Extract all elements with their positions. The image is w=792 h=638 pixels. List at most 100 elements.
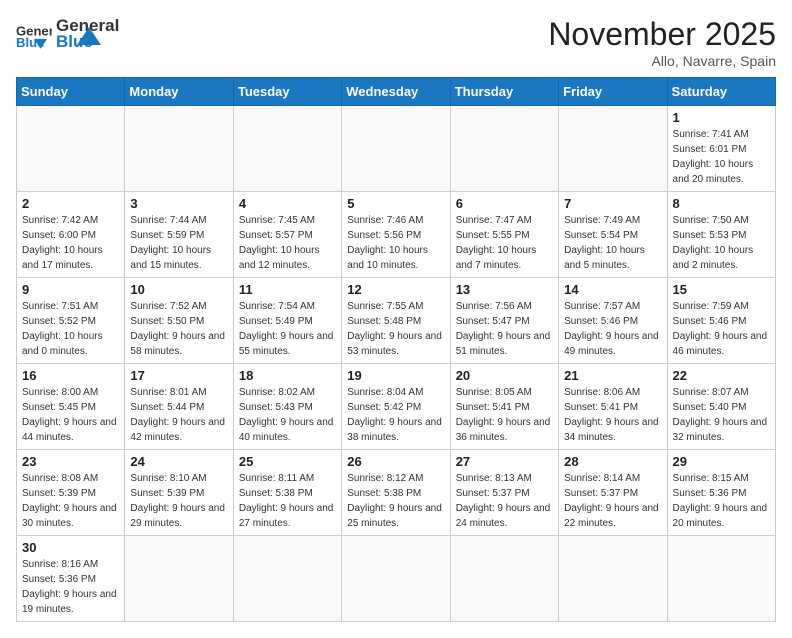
day-info-text: Sunrise: 7:50 AM Sunset: 5:53 PM Dayligh… bbox=[673, 213, 770, 273]
day-number: 14 bbox=[564, 282, 661, 297]
logo-triangle-icon bbox=[75, 23, 103, 51]
title-block: November 2025 Allo, Navarre, Spain bbox=[548, 16, 776, 69]
day-number: 15 bbox=[673, 282, 770, 297]
calendar-day-cell: 30 Sunrise: 8:16 AM Sunset: 5:36 PM Dayli… bbox=[17, 536, 125, 622]
day-number: 26 bbox=[347, 454, 444, 469]
calendar-header-row: SundayMondayTuesdayWednesdayThursdayFrid… bbox=[17, 78, 776, 106]
calendar-day-cell bbox=[450, 536, 558, 622]
day-info-text: Sunrise: 7:41 AM Sunset: 6:01 PM Dayligh… bbox=[673, 127, 770, 187]
calendar-day-cell: 15 Sunrise: 7:59 AM Sunset: 5:46 PM Dayli… bbox=[667, 278, 775, 364]
day-info-text: Sunrise: 8:06 AM Sunset: 5:41 PM Dayligh… bbox=[564, 385, 661, 445]
calendar-day-cell: 20 Sunrise: 8:05 AM Sunset: 5:41 PM Dayli… bbox=[450, 364, 558, 450]
day-info-text: Sunrise: 7:45 AM Sunset: 5:57 PM Dayligh… bbox=[239, 213, 336, 273]
day-info-text: Sunrise: 7:55 AM Sunset: 5:48 PM Dayligh… bbox=[347, 299, 444, 359]
logo-icon: General Blue bbox=[16, 19, 52, 49]
calendar-day-cell bbox=[667, 536, 775, 622]
calendar-week-row: 16Sunrise: 8:00 AM Sunset: 5:45 PM Dayli… bbox=[17, 364, 776, 450]
day-number: 3 bbox=[130, 196, 227, 211]
calendar-day-cell: 24Sunrise: 8:10 AM Sunset: 5:39 PM Dayli… bbox=[125, 450, 233, 536]
calendar-day-cell bbox=[450, 106, 558, 192]
calendar-day-cell: 1Sunrise: 7:41 AM Sunset: 6:01 PM Daylig… bbox=[667, 106, 775, 192]
day-of-week-header: Friday bbox=[559, 78, 667, 106]
calendar-day-cell bbox=[559, 106, 667, 192]
day-info-text: Sunrise: 8:11 AM Sunset: 5:38 PM Dayligh… bbox=[239, 471, 336, 531]
day-number: 5 bbox=[347, 196, 444, 211]
calendar-day-cell bbox=[342, 536, 450, 622]
calendar-day-cell: 12 Sunrise: 7:55 AM Sunset: 5:48 PM Dayli… bbox=[342, 278, 450, 364]
day-number: 2 bbox=[22, 196, 119, 211]
day-number: 21 bbox=[564, 368, 661, 383]
day-info-text: Sunrise: 8:05 AM Sunset: 5:41 PM Dayligh… bbox=[456, 385, 553, 445]
day-info-text: Sunrise: 7:44 AM Sunset: 5:59 PM Dayligh… bbox=[130, 213, 227, 273]
calendar-day-cell: 9 Sunrise: 7:51 AM Sunset: 5:52 PM Daylig… bbox=[17, 278, 125, 364]
calendar-day-cell: 27Sunrise: 8:13 AM Sunset: 5:37 PM Dayli… bbox=[450, 450, 558, 536]
day-info-text: Sunrise: 7:46 AM Sunset: 5:56 PM Dayligh… bbox=[347, 213, 444, 273]
calendar-day-cell: 14 Sunrise: 7:57 AM Sunset: 5:46 PM Dayli… bbox=[559, 278, 667, 364]
day-of-week-header: Monday bbox=[125, 78, 233, 106]
day-number: 20 bbox=[456, 368, 553, 383]
day-number: 12 bbox=[347, 282, 444, 297]
calendar-day-cell bbox=[342, 106, 450, 192]
day-number: 16 bbox=[22, 368, 119, 383]
calendar-day-cell: 26 Sunrise: 8:12 AM Sunset: 5:38 PM Dayli… bbox=[342, 450, 450, 536]
day-info-text: Sunrise: 7:47 AM Sunset: 5:55 PM Dayligh… bbox=[456, 213, 553, 273]
calendar-day-cell bbox=[125, 106, 233, 192]
day-info-text: Sunrise: 8:01 AM Sunset: 5:44 PM Dayligh… bbox=[130, 385, 227, 445]
calendar-day-cell: 22 Sunrise: 8:07 AM Sunset: 5:40 PM Dayli… bbox=[667, 364, 775, 450]
day-info-text: Sunrise: 7:49 AM Sunset: 5:54 PM Dayligh… bbox=[564, 213, 661, 273]
day-number: 9 bbox=[22, 282, 119, 297]
calendar-day-cell bbox=[233, 106, 341, 192]
calendar-day-cell: 6 Sunrise: 7:47 AM Sunset: 5:55 PM Daylig… bbox=[450, 192, 558, 278]
calendar-week-row: 9 Sunrise: 7:51 AM Sunset: 5:52 PM Daylig… bbox=[17, 278, 776, 364]
day-number: 8 bbox=[673, 196, 770, 211]
day-info-text: Sunrise: 8:12 AM Sunset: 5:38 PM Dayligh… bbox=[347, 471, 444, 531]
day-info-text: Sunrise: 7:59 AM Sunset: 5:46 PM Dayligh… bbox=[673, 299, 770, 359]
calendar-day-cell: 13 Sunrise: 7:56 AM Sunset: 5:47 PM Dayli… bbox=[450, 278, 558, 364]
calendar-day-cell: 29 Sunrise: 8:15 AM Sunset: 5:36 PM Dayli… bbox=[667, 450, 775, 536]
calendar-day-cell: 23Sunrise: 8:08 AM Sunset: 5:39 PM Dayli… bbox=[17, 450, 125, 536]
calendar-week-row: 30 Sunrise: 8:16 AM Sunset: 5:36 PM Dayli… bbox=[17, 536, 776, 622]
day-of-week-header: Thursday bbox=[450, 78, 558, 106]
day-info-text: Sunrise: 8:16 AM Sunset: 5:36 PM Dayligh… bbox=[22, 557, 119, 617]
day-info-text: Sunrise: 7:57 AM Sunset: 5:46 PM Dayligh… bbox=[564, 299, 661, 359]
calendar-day-cell: 3 Sunrise: 7:44 AM Sunset: 5:59 PM Daylig… bbox=[125, 192, 233, 278]
svg-text:Blue: Blue bbox=[16, 35, 44, 49]
calendar-day-cell: 21 Sunrise: 8:06 AM Sunset: 5:41 PM Dayli… bbox=[559, 364, 667, 450]
day-number: 6 bbox=[456, 196, 553, 211]
day-info-text: Sunrise: 7:52 AM Sunset: 5:50 PM Dayligh… bbox=[130, 299, 227, 359]
day-info-text: Sunrise: 8:15 AM Sunset: 5:36 PM Dayligh… bbox=[673, 471, 770, 531]
day-info-text: Sunrise: 8:07 AM Sunset: 5:40 PM Dayligh… bbox=[673, 385, 770, 445]
day-number: 30 bbox=[22, 540, 119, 555]
calendar-week-row: 1Sunrise: 7:41 AM Sunset: 6:01 PM Daylig… bbox=[17, 106, 776, 192]
calendar-day-cell bbox=[17, 106, 125, 192]
calendar-day-cell: 5 Sunrise: 7:46 AM Sunset: 5:56 PM Daylig… bbox=[342, 192, 450, 278]
day-info-text: Sunrise: 7:56 AM Sunset: 5:47 PM Dayligh… bbox=[456, 299, 553, 359]
day-number: 10 bbox=[130, 282, 227, 297]
day-info-text: Sunrise: 8:14 AM Sunset: 5:37 PM Dayligh… bbox=[564, 471, 661, 531]
calendar-day-cell: 28Sunrise: 8:14 AM Sunset: 5:37 PM Dayli… bbox=[559, 450, 667, 536]
day-number: 17 bbox=[130, 368, 227, 383]
day-number: 7 bbox=[564, 196, 661, 211]
day-number: 13 bbox=[456, 282, 553, 297]
calendar-day-cell bbox=[559, 536, 667, 622]
day-number: 19 bbox=[347, 368, 444, 383]
calendar-day-cell: 10 Sunrise: 7:52 AM Sunset: 5:50 PM Dayli… bbox=[125, 278, 233, 364]
day-info-text: Sunrise: 7:54 AM Sunset: 5:49 PM Dayligh… bbox=[239, 299, 336, 359]
day-number: 24 bbox=[130, 454, 227, 469]
day-info-text: Sunrise: 8:08 AM Sunset: 5:39 PM Dayligh… bbox=[22, 471, 119, 531]
month-title: November 2025 bbox=[548, 16, 776, 53]
calendar-day-cell: 11 Sunrise: 7:54 AM Sunset: 5:49 PM Dayli… bbox=[233, 278, 341, 364]
calendar-day-cell: 7 Sunrise: 7:49 AM Sunset: 5:54 PM Daylig… bbox=[559, 192, 667, 278]
day-info-text: Sunrise: 8:04 AM Sunset: 5:42 PM Dayligh… bbox=[347, 385, 444, 445]
day-info-text: Sunrise: 8:02 AM Sunset: 5:43 PM Dayligh… bbox=[239, 385, 336, 445]
day-number: 22 bbox=[673, 368, 770, 383]
location-text: Allo, Navarre, Spain bbox=[548, 53, 776, 69]
calendar-day-cell: 18Sunrise: 8:02 AM Sunset: 5:43 PM Dayli… bbox=[233, 364, 341, 450]
day-number: 29 bbox=[673, 454, 770, 469]
day-info-text: Sunrise: 7:51 AM Sunset: 5:52 PM Dayligh… bbox=[22, 299, 119, 359]
calendar-table: SundayMondayTuesdayWednesdayThursdayFrid… bbox=[16, 77, 776, 622]
day-number: 25 bbox=[239, 454, 336, 469]
calendar-week-row: 2Sunrise: 7:42 AM Sunset: 6:00 PM Daylig… bbox=[17, 192, 776, 278]
calendar-day-cell: 19 Sunrise: 8:04 AM Sunset: 5:42 PM Dayli… bbox=[342, 364, 450, 450]
day-number: 11 bbox=[239, 282, 336, 297]
